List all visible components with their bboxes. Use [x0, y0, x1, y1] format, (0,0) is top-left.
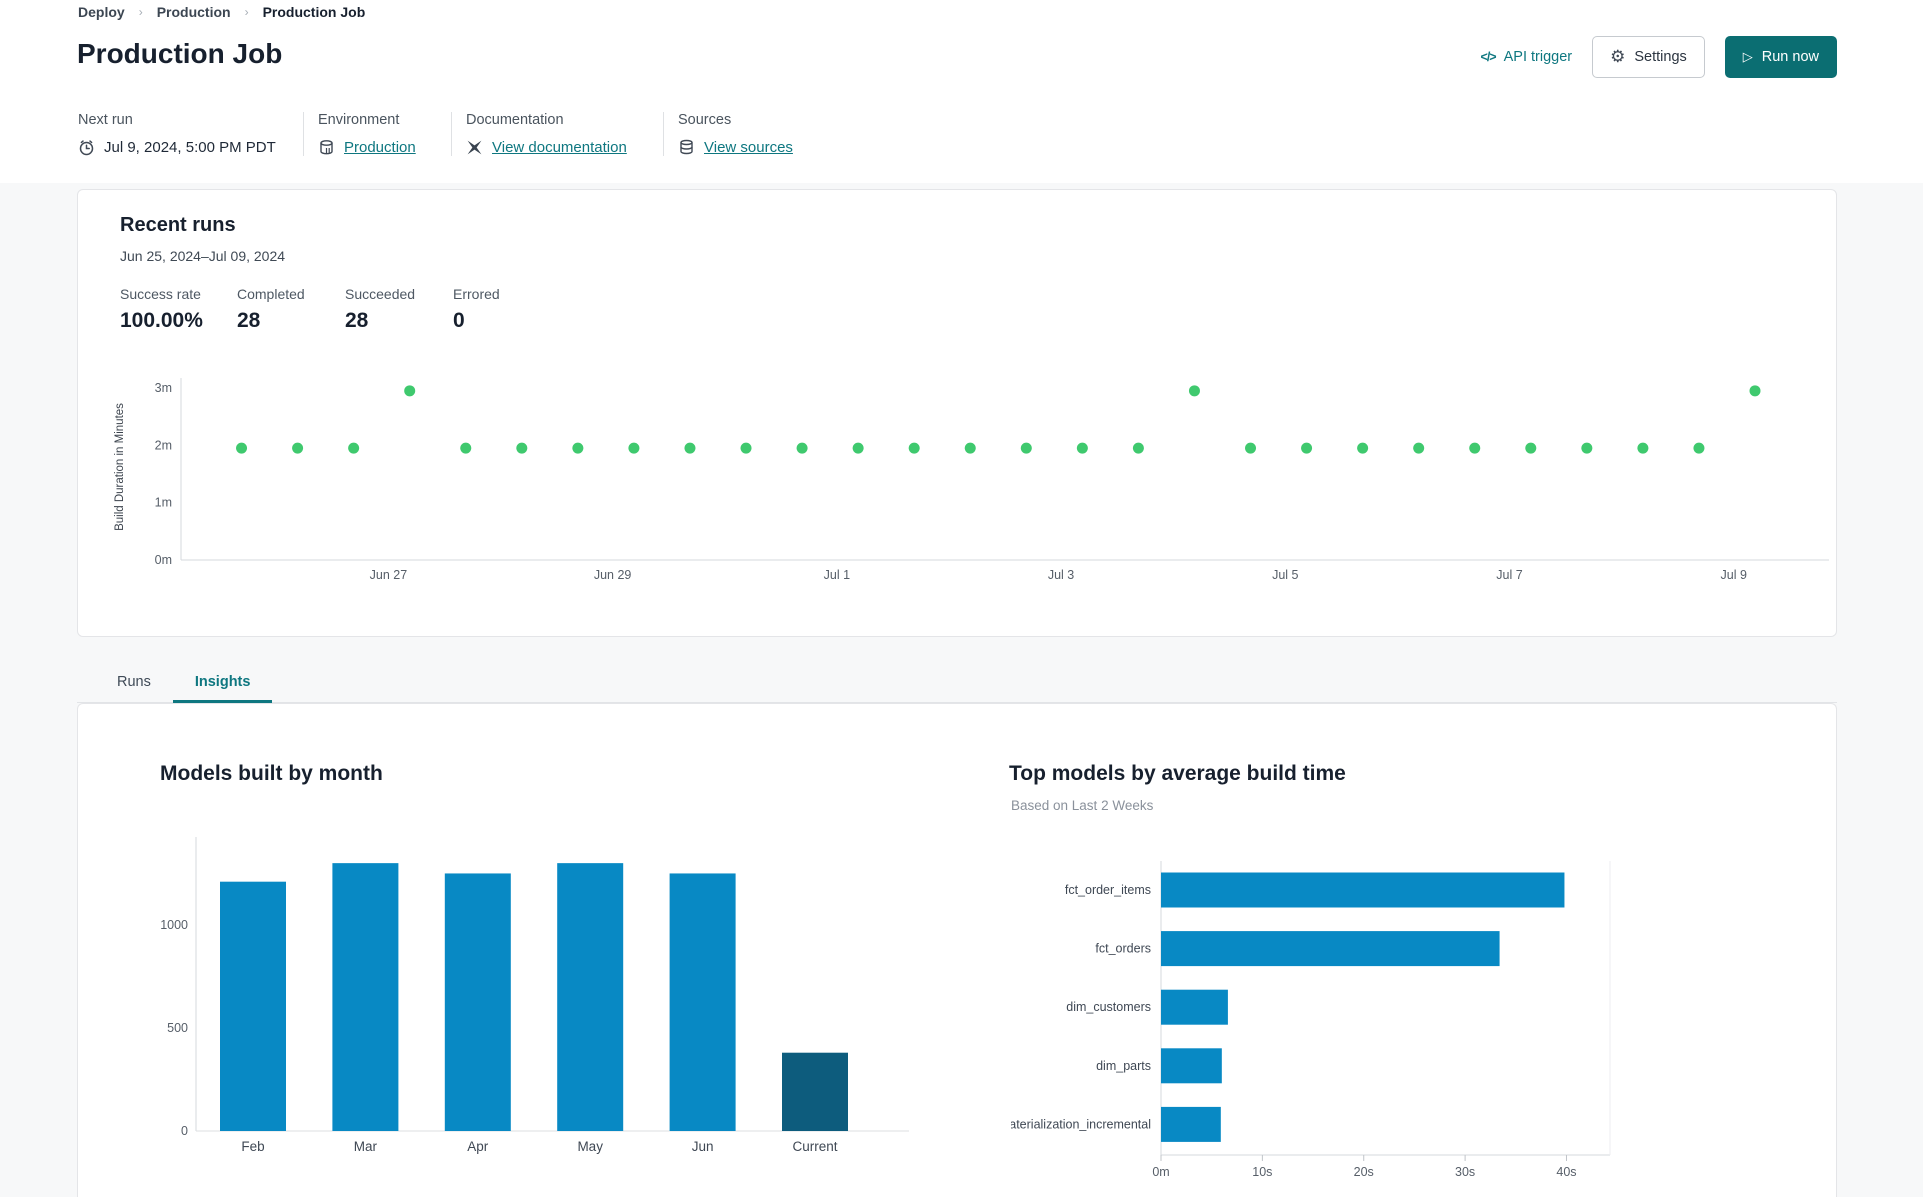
svg-text:1000: 1000	[161, 918, 188, 932]
svg-text:20s: 20s	[1354, 1165, 1374, 1179]
svg-text:fct_order_items: fct_order_items	[1065, 883, 1151, 897]
breadcrumb-production[interactable]: Production	[157, 4, 231, 20]
settings-button[interactable]: ⚙ Settings	[1592, 36, 1705, 78]
svg-text:Jun: Jun	[692, 1139, 714, 1154]
svg-text:Feb: Feb	[241, 1139, 264, 1154]
svg-text:dim_parts: dim_parts	[1096, 1059, 1151, 1073]
recent-runs-card: Recent runs Jun 25, 2024–Jul 09, 2024 Su…	[77, 189, 1837, 637]
svg-text:Jul 9: Jul 9	[1721, 568, 1747, 582]
top-models-chart-title: Top models by average build time	[1009, 762, 1346, 785]
svg-text:materialization_incremental: materialization_incremental	[1011, 1117, 1151, 1131]
header-actions: </> API trigger ⚙ Settings ▷ Run now	[1481, 36, 1837, 78]
database-icon	[678, 139, 695, 156]
gear-icon: ⚙	[1610, 47, 1626, 66]
chevron-right-icon: ›	[138, 5, 143, 19]
clock-icon	[78, 139, 95, 156]
dbt-docs-icon	[466, 139, 483, 156]
breadcrumb: Deploy › Production › Production Job	[78, 4, 365, 20]
svg-text:Jun 29: Jun 29	[594, 568, 632, 582]
stat-success-rate: Success rate 100.00%	[120, 286, 203, 332]
meta-label: Next run	[78, 112, 133, 128]
stat-completed: Completed 28	[237, 286, 305, 332]
code-icon: </>	[1480, 50, 1497, 64]
svg-text:May: May	[577, 1139, 603, 1154]
recent-runs-stats: Success rate 100.00% Completed 28 Succee…	[120, 286, 500, 333]
stat-errored: Errored 0	[453, 286, 500, 332]
svg-text:3m: 3m	[155, 381, 172, 395]
job-meta-row: Next run Jul 9, 2024, 5:00 PM PDT Enviro…	[78, 112, 807, 156]
svg-text:Mar: Mar	[354, 1139, 378, 1154]
api-trigger-link[interactable]: </> API trigger	[1481, 49, 1573, 65]
page-title: Production Job	[77, 38, 283, 69]
recent-runs-date-range: Jun 25, 2024–Jul 09, 2024	[120, 248, 286, 264]
svg-text:2m: 2m	[155, 438, 172, 452]
chevron-right-icon: ›	[244, 5, 249, 19]
meta-label: Sources	[678, 112, 732, 128]
api-trigger-label: API trigger	[1503, 49, 1573, 65]
recent-runs-title: Recent runs	[120, 214, 236, 236]
top-models-chart-subtitle: Based on Last 2 Weeks	[1011, 798, 1154, 813]
environment-link[interactable]: Production	[344, 139, 416, 156]
svg-text:Jun 27: Jun 27	[370, 568, 408, 582]
next-run-value: Jul 9, 2024, 5:00 PM PDT	[104, 139, 276, 156]
svg-text:40s: 40s	[1556, 1165, 1576, 1179]
svg-text:Jul 5: Jul 5	[1272, 568, 1298, 582]
settings-label: Settings	[1634, 49, 1687, 65]
breadcrumb-deploy[interactable]: Deploy	[78, 4, 125, 20]
insights-panel: Models built by month 0 500 1000 Feb Mar Apr M…	[77, 703, 1837, 1197]
svg-text:dim_customers: dim_customers	[1066, 1000, 1151, 1014]
view-documentation-link[interactable]: View documentation	[492, 139, 627, 156]
svg-text:500: 500	[167, 1021, 188, 1035]
breadcrumb-production-job: Production Job	[262, 4, 366, 20]
view-sources-link[interactable]: View sources	[704, 139, 793, 156]
meta-label: Environment	[318, 112, 400, 128]
play-icon: ▷	[1742, 49, 1753, 64]
models-built-chart: 0 500 1000 Feb Mar Apr May Jun Current	[161, 837, 909, 1154]
build-duration-chart: 0m 1m 2m 3m Jun 27 Jun 29 Jul 1 Jul 3 Jul 5 Jul 7…	[155, 378, 1829, 582]
tab-runs[interactable]: Runs	[95, 664, 173, 703]
svg-text:Apr: Apr	[467, 1139, 489, 1154]
run-now-button[interactable]: ▷ Run now	[1724, 36, 1837, 78]
meta-next-run: Next run Jul 9, 2024, 5:00 PM PDT	[78, 112, 303, 156]
svg-text:fct_orders: fct_orders	[1095, 942, 1151, 956]
svg-text:0m: 0m	[1152, 1165, 1169, 1179]
svg-text:Jul 3: Jul 3	[1048, 568, 1074, 582]
svg-text:10s: 10s	[1252, 1165, 1272, 1179]
models-built-chart-title: Models built by month	[160, 762, 383, 785]
meta-sources: Sources View sources	[663, 112, 807, 156]
run-now-label: Run now	[1761, 49, 1819, 65]
meta-documentation: Documentation View documentation	[451, 112, 663, 156]
svg-text:1m: 1m	[155, 496, 172, 510]
environment-icon	[318, 139, 335, 156]
production-job-page: Deploy › Production › Production Job Pro…	[0, 0, 1923, 1197]
meta-label: Documentation	[466, 112, 564, 128]
stat-succeeded: Succeeded 28	[345, 286, 416, 332]
svg-text:30s: 30s	[1455, 1165, 1475, 1179]
svg-text:Current: Current	[792, 1139, 837, 1154]
svg-text:Jul 1: Jul 1	[824, 568, 850, 582]
meta-environment: Environment Production	[303, 112, 451, 156]
tab-insights[interactable]: Insights	[172, 664, 273, 703]
tab-bar: Runs Insights	[77, 664, 1837, 703]
svg-text:0m: 0m	[155, 553, 172, 567]
top-models-chart: 0m 10s 20s 30s 40s fct_order_items fct_ordersd…	[1011, 861, 1611, 1179]
svg-text:0: 0	[181, 1124, 188, 1138]
svg-text:Jul 7: Jul 7	[1496, 568, 1522, 582]
